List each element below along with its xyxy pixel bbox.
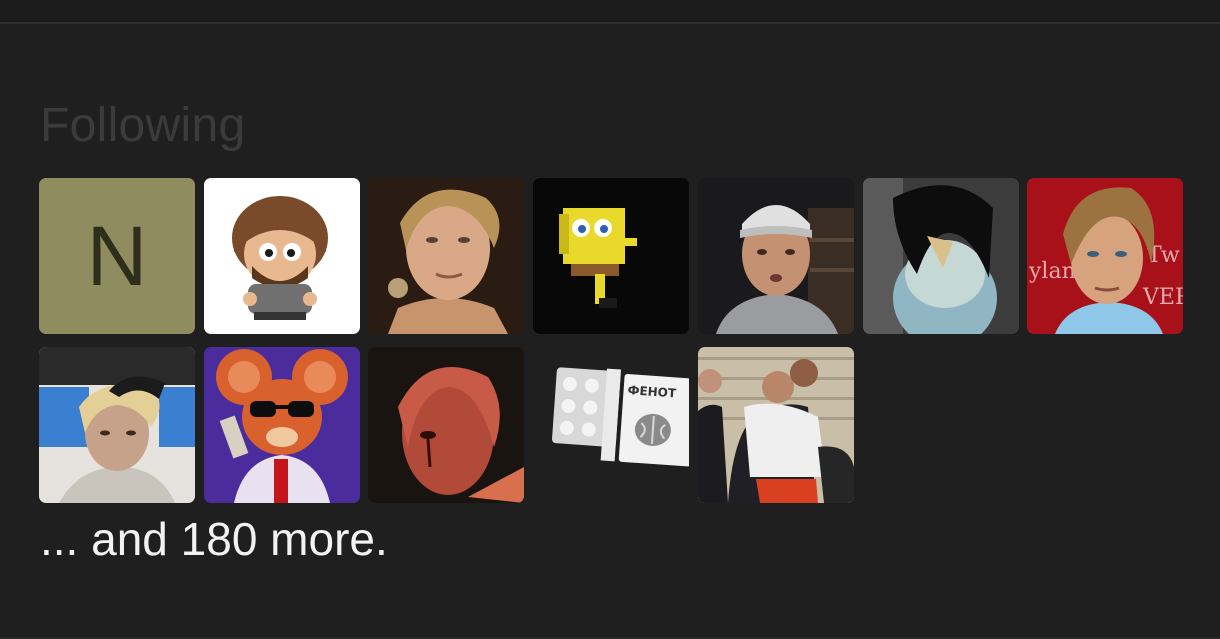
avatar-pill-blister-pack[interactable]: ФЕНОТ (533, 347, 689, 503)
avatar-parrot-with-black-hair[interactable] (863, 178, 1019, 334)
cartoon-character-image (204, 178, 360, 334)
photo-image (698, 347, 854, 503)
avatar-letter-n[interactable]: N (39, 178, 195, 334)
svg-text:ylan: ylan (1028, 259, 1076, 284)
avatar-man-in-cap[interactable] (698, 178, 854, 334)
avatar-blond-young-man[interactable] (368, 178, 524, 334)
parrot-image (863, 178, 1019, 334)
more-following-count[interactable]: ... and 180 more. (40, 512, 388, 566)
portrait-image: ylan Tw VER (1027, 178, 1183, 334)
avatar-mouse-with-sunglasses[interactable] (204, 347, 360, 503)
svg-text:VER: VER (1142, 285, 1183, 310)
sponge-cartoon-image (533, 178, 689, 334)
avatar-red-painted-face[interactable] (368, 347, 524, 503)
avatar-yellow-sponge-cartoon[interactable] (533, 178, 689, 334)
following-panel: Following N ylan Tw VE ФЕНОТ ... and 180… (0, 0, 1220, 639)
avatar-letter: N (86, 209, 148, 303)
portrait-image (39, 347, 195, 503)
avatar-man-in-car[interactable] (39, 347, 195, 503)
avatar-man-being-escorted[interactable] (698, 347, 854, 503)
portrait-image (368, 178, 524, 334)
top-divider (0, 0, 1220, 24)
pill-pack-image: ФЕНОТ (533, 347, 689, 503)
portrait-image (698, 178, 854, 334)
cartoon-mouse-image (204, 347, 360, 503)
section-title: Following (40, 99, 246, 152)
avatar-south-park-character[interactable] (204, 178, 360, 334)
avatar-man-on-red-background[interactable]: ylan Tw VER (1027, 178, 1183, 334)
portrait-image (368, 347, 524, 503)
